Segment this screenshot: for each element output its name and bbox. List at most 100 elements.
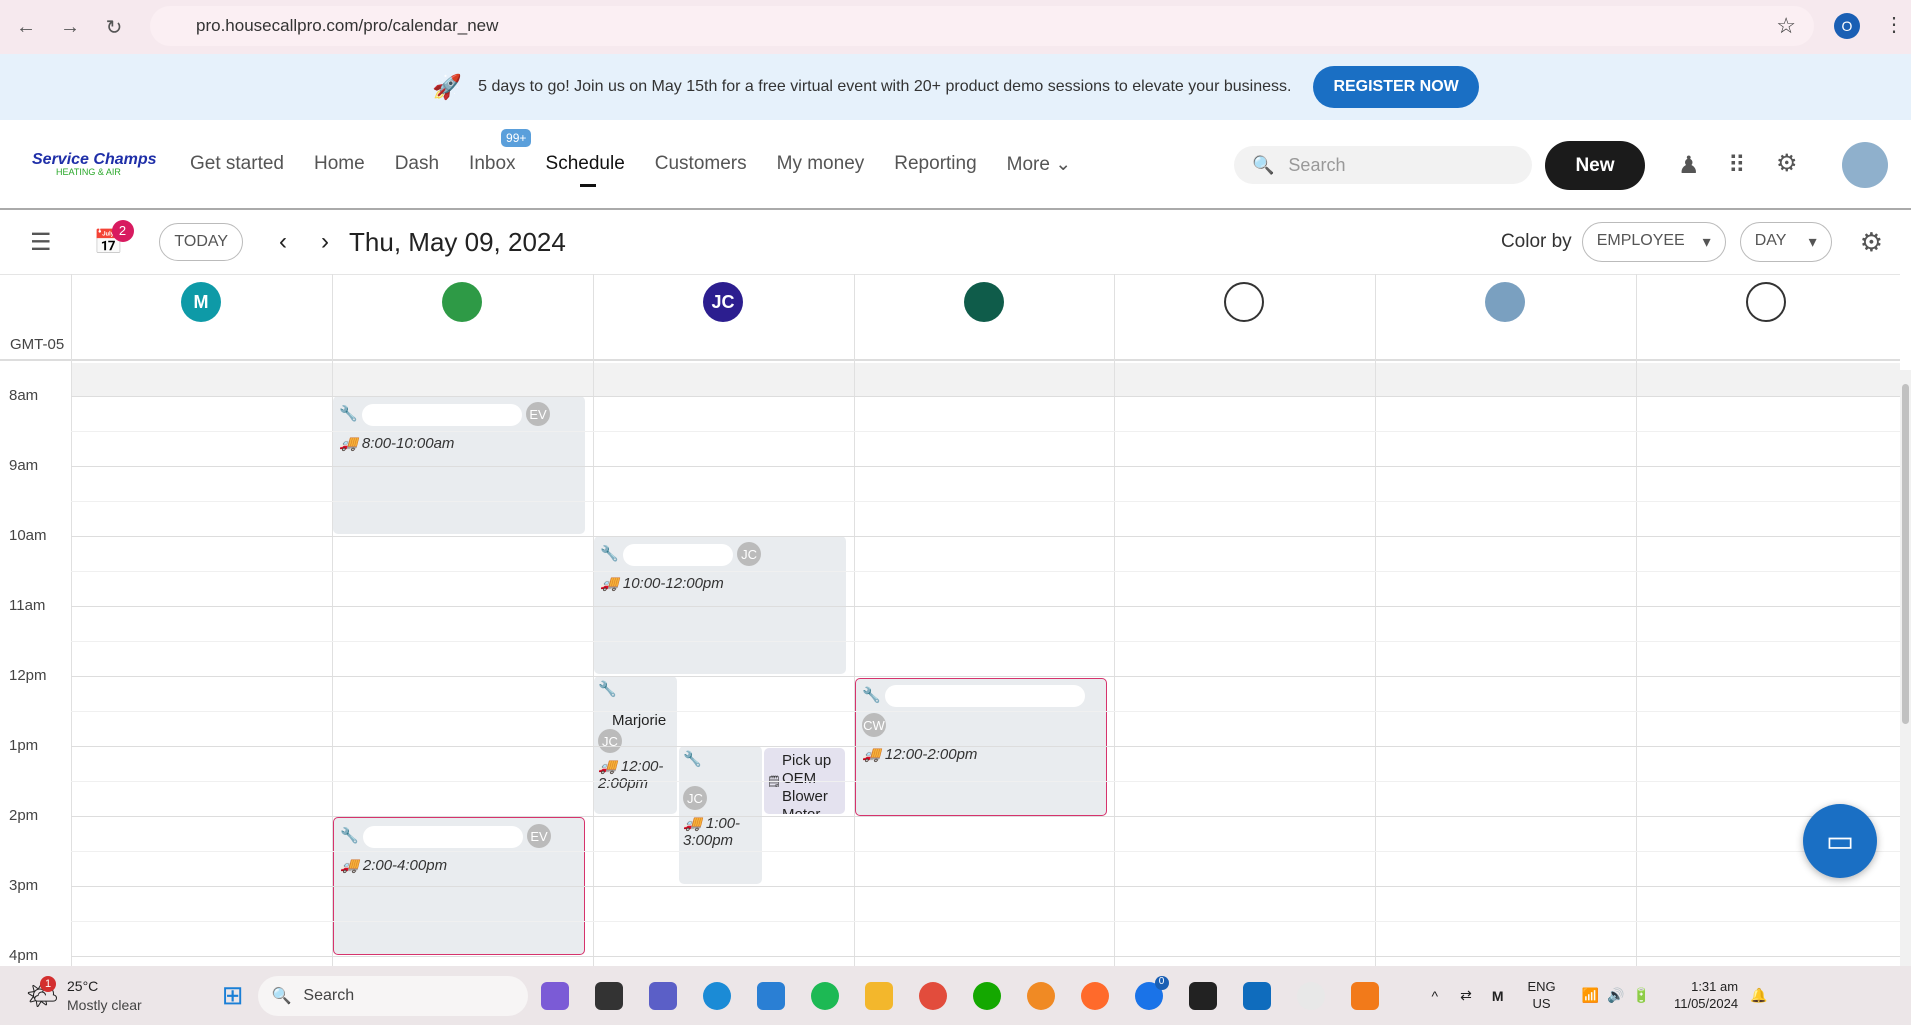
nav-reporting[interactable]: Reporting (894, 153, 976, 175)
teams-icon[interactable] (648, 981, 677, 1010)
address-bar[interactable]: pro.housecallpro.com/pro/calendar_new ☆ (150, 6, 1814, 46)
upwork-icon[interactable] (972, 981, 1001, 1010)
lang-region: US (1532, 995, 1551, 1011)
event-time: 🚚 2:00-4:00pm (340, 856, 578, 874)
truck-icon: 🚚 (862, 746, 881, 763)
nav-get-started[interactable]: Get started (190, 153, 284, 175)
volume-icon[interactable]: 🔊 (1607, 987, 1624, 1004)
scrollbar[interactable] (1900, 370, 1911, 966)
job-event[interactable]: 🔧 JC 🚚 10:00-12:00pm (594, 536, 846, 674)
nav-dash[interactable]: Dash (395, 153, 439, 175)
weather-widget[interactable]: 25°C Mostly clear (67, 977, 142, 1013)
job-event[interactable]: 🔧 CW 🚚 12:00-2:00pm (855, 678, 1107, 816)
hamburger-menu-icon[interactable]: ☰ (30, 228, 52, 257)
spotify-icon[interactable] (810, 981, 839, 1010)
day-calendar-grid: GMT-05 🔧 EV 🚚 8:00-10:00am 🔧 JC 🚚 10:00-… (0, 274, 1900, 966)
apps-grid-icon[interactable]: ⠿ (1728, 151, 1746, 180)
all-day-row[interactable] (71, 363, 1900, 396)
register-now-button[interactable]: REGISTER NOW (1313, 66, 1479, 108)
wifi-icon[interactable]: 📶 (1582, 987, 1599, 1004)
hour-label: 8am (9, 387, 39, 404)
weather-icon[interactable]: 🌤 1 (26, 976, 59, 1011)
chat-support-button[interactable]: ▭ (1803, 804, 1877, 878)
event-title: Marjorie (612, 712, 667, 729)
wrench-icon: 🔧 (862, 686, 881, 704)
half-hour-line (71, 501, 1900, 502)
nav-my-money[interactable]: My money (777, 153, 865, 175)
nav-schedule[interactable]: Schedule (546, 153, 625, 187)
job-event[interactable]: 🔧 JC 🚚 1:00-3:00pm (679, 746, 762, 884)
caret-down-icon: ▾ (1808, 234, 1817, 251)
unscheduled-calendar-icon[interactable]: 📅 2 (94, 219, 134, 257)
nav-inbox[interactable]: Inbox 99+ (469, 129, 532, 175)
job-event[interactable]: 🔧 EV 🚚 8:00-10:00am (333, 396, 585, 534)
hour-label: 10am (9, 527, 47, 544)
nav-customers[interactable]: Customers (655, 153, 747, 175)
view-value: DAY (1754, 232, 1787, 249)
color-by-label: Color by (1500, 231, 1572, 252)
assignee-badge: JC (598, 729, 622, 753)
app-r-icon[interactable] (1350, 981, 1379, 1010)
browser-icon[interactable] (1026, 981, 1055, 1010)
hour-line (71, 816, 1900, 817)
nav-more[interactable]: More ⌄ (1007, 153, 1072, 176)
bookmark-star-icon[interactable]: ☆ (1776, 13, 1796, 39)
tray-chevron-icon[interactable]: ^ (1432, 988, 1439, 1004)
hour-label: 2pm (9, 807, 39, 824)
employee-avatar[interactable] (442, 282, 482, 322)
employee-avatar[interactable] (964, 282, 1004, 322)
today-button[interactable]: TODAY (159, 223, 244, 261)
sticky-notes-icon[interactable] (1188, 981, 1217, 1010)
task-view-icon[interactable] (594, 981, 623, 1010)
prev-day-icon[interactable]: ‹ (279, 228, 287, 256)
logo[interactable]: Service Champs HEATING & AIR (32, 151, 172, 177)
nav-home[interactable]: Home (314, 153, 365, 175)
half-hour-line (71, 921, 1900, 922)
employee-avatar[interactable]: JC (703, 282, 743, 322)
reload-icon[interactable]: ↻ (96, 9, 132, 45)
chrome-icon[interactable] (918, 981, 947, 1010)
chrome-profile-icon[interactable]: 0 (1134, 975, 1169, 1010)
url-text: pro.housecallpro.com/pro/calendar_new (196, 16, 499, 35)
notifications-icon[interactable]: 🔔 (1750, 987, 1767, 1004)
employee-avatar[interactable] (1485, 282, 1525, 322)
gear-icon[interactable]: ⚙ (1776, 149, 1798, 178)
clock[interactable]: 1:31 am 11/05/2024 (1674, 979, 1738, 1013)
map-pin-icon[interactable]: ♟ (1678, 151, 1700, 180)
caret-down-icon: ▾ (1702, 234, 1711, 251)
mail-icon[interactable] (756, 981, 785, 1010)
scrollbar-thumb[interactable] (1902, 384, 1909, 724)
employee-avatar[interactable] (1746, 282, 1786, 322)
edge-icon[interactable] (702, 981, 731, 1010)
tray-sync-icon[interactable]: ⇄ (1460, 987, 1472, 1004)
next-day-icon[interactable]: › (321, 228, 329, 256)
slack-icon[interactable] (1296, 981, 1325, 1010)
back-icon[interactable]: ← (8, 9, 44, 45)
forward-icon[interactable]: → (52, 9, 88, 45)
color-by-select[interactable]: EMPLOYEE ▾ (1581, 222, 1726, 262)
firefox-icon[interactable] (1080, 981, 1109, 1010)
language-indicator[interactable]: ENG US (1527, 979, 1555, 1013)
search-icon: 🔍 (271, 987, 292, 1005)
view-select[interactable]: DAY ▾ (1739, 222, 1832, 262)
calendar-settings-gear-icon[interactable]: ⚙ (1860, 227, 1883, 258)
windows-start-icon[interactable]: ⊞ (222, 980, 244, 1011)
browser-toolbar: ← → ↻ pro.housecallpro.com/pro/calendar_… (0, 0, 1911, 54)
file-explorer-icon[interactable] (864, 981, 893, 1010)
user-avatar[interactable] (1842, 142, 1888, 188)
profile-avatar[interactable]: O (1834, 13, 1860, 39)
job-event[interactable]: 🔧 Marjorie JC 🚚 12:00-2:00pm (594, 676, 677, 814)
menu-kebab-icon[interactable]: ⋮ (1884, 12, 1904, 37)
employee-avatar[interactable]: M (181, 282, 221, 322)
tray-m-icon[interactable]: M (1492, 988, 1504, 1004)
copilot-icon[interactable] (540, 981, 569, 1010)
taskbar-search-text: Search (303, 986, 355, 1004)
employee-avatar[interactable] (1224, 282, 1264, 322)
outlook-icon[interactable] (1242, 981, 1271, 1010)
battery-icon[interactable]: 🔋 (1633, 987, 1650, 1004)
search-input[interactable]: 🔍 Search (1234, 146, 1532, 184)
new-button[interactable]: New (1545, 141, 1645, 190)
search-placeholder: Search (1288, 154, 1346, 175)
taskbar-search[interactable]: 🔍 Search (257, 975, 528, 1016)
event-time-text: 12:00-2:00pm (884, 746, 978, 763)
